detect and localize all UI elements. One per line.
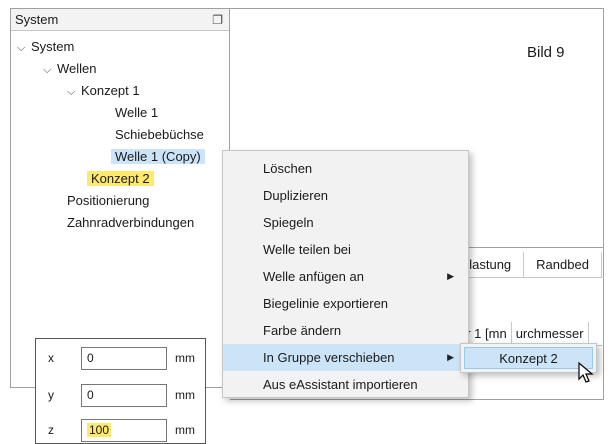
coord-row-y: y 0 mm — [36, 384, 207, 408]
coord-label-z: z — [48, 423, 54, 437]
tree-item-positionierung[interactable]: Positionierung — [67, 191, 149, 211]
mouse-cursor-icon — [578, 362, 594, 383]
float-window-icon[interactable]: ❐ — [212, 13, 223, 27]
tree-item-system[interactable]: ⌵ System — [17, 37, 74, 57]
column-header[interactable]: urchmesser — [512, 322, 589, 345]
tree-item-label: Welle 1 (Copy) — [111, 149, 205, 164]
figure-label: Bild 9 — [527, 44, 565, 61]
menu-item-biegelinie[interactable]: Biegelinie exportieren — [223, 290, 468, 317]
submenu: Konzept 2 — [460, 343, 597, 373]
tree-item-label: Konzept 2 — [87, 171, 154, 186]
system-panel: System ❐ ⌵ System ⌵ Wellen ⌵ Konzept 1 Well… — [10, 8, 230, 388]
menu-item-eassistant-import[interactable]: Aus eAssistant importieren — [223, 371, 468, 398]
system-panel-header: System ❐ — [11, 9, 229, 31]
tree-item-label: Wellen — [57, 61, 97, 76]
tree-item-label: Schiebebüchse — [115, 127, 204, 142]
coord-row-x: x 0 mm — [36, 347, 207, 371]
system-tree: ⌵ System ⌵ Wellen ⌵ Konzept 1 Welle 1 Schie… — [11, 31, 229, 230]
chevron-down-icon[interactable]: ⌵ — [43, 60, 57, 80]
coord-unit-z: mm — [175, 423, 195, 437]
coord-row-z: z 100 mm — [36, 419, 207, 443]
tree-item-konzept-1[interactable]: ⌵ Konzept 1 — [67, 81, 140, 101]
tree-item-label: Positionierung — [67, 193, 150, 208]
coordinate-panel: x 0 mm y 0 mm z 100 mm — [35, 338, 206, 444]
tree-item-label: System — [31, 39, 75, 54]
menu-item-welle-anfuegen[interactable]: Welle anfügen an ▶ — [223, 263, 468, 290]
y-value: 0 — [87, 388, 94, 402]
coord-label-y: y — [48, 388, 54, 402]
context-menu: Löschen Duplizieren Spiegeln Welle teile… — [222, 150, 469, 398]
z-value: 100 — [87, 423, 112, 437]
chevron-down-icon[interactable]: ⌵ — [67, 82, 81, 102]
submenu-item-konzept-2[interactable]: Konzept 2 — [464, 347, 593, 369]
tree-item-label: Welle 1 — [115, 105, 159, 120]
tree-item-label: Zahnradverbindungen — [67, 215, 195, 230]
tab-randbedingungen[interactable]: Randbed — [524, 252, 602, 277]
coord-unit-y: mm — [175, 388, 195, 402]
chevron-down-icon[interactable]: ⌵ — [17, 38, 31, 58]
tab-bar: elastung Randbed — [450, 252, 604, 278]
tree-item-zahnradverbindungen[interactable]: Zahnradverbindungen — [67, 213, 194, 233]
tree-item-wellen[interactable]: ⌵ Wellen — [43, 59, 97, 79]
menu-item-farbe[interactable]: Farbe ändern — [223, 317, 468, 344]
coord-label-x: x — [48, 351, 54, 365]
tree-item-schiebebuechse[interactable]: Schiebebüchse — [115, 125, 204, 145]
menu-item-label: Farbe ändern — [263, 323, 342, 338]
tree-item-label: Konzept 1 — [81, 83, 140, 98]
coord-unit-x: mm — [175, 351, 195, 365]
menu-item-label: Welle anfügen an — [263, 269, 364, 284]
menu-item-label: Biegelinie exportieren — [263, 296, 389, 311]
tree-item-konzept-2[interactable]: Konzept 2 — [87, 169, 154, 189]
submenu-arrow-icon: ▶ — [447, 271, 454, 281]
tree-item-welle-1-copy[interactable]: Welle 1 (Copy) — [111, 147, 205, 167]
menu-item-loeschen[interactable]: Löschen — [223, 155, 468, 182]
menu-item-label: Löschen — [263, 161, 313, 176]
submenu-arrow-icon: ▶ — [447, 352, 454, 362]
x-input[interactable]: 0 — [81, 347, 167, 370]
menu-item-spiegeln[interactable]: Spiegeln — [223, 209, 468, 236]
menu-item-welle-teilen[interactable]: Welle teilen bei — [223, 236, 468, 263]
menu-item-label: In Gruppe verschieben — [263, 350, 395, 365]
menu-item-label: Duplizieren — [263, 188, 329, 203]
z-input[interactable]: 100 — [81, 419, 167, 442]
panel-title: System — [15, 12, 59, 27]
menu-item-duplizieren[interactable]: Duplizieren — [223, 182, 468, 209]
menu-item-label: Welle teilen bei — [263, 242, 351, 257]
menu-item-label: Spiegeln — [263, 215, 314, 230]
x-value: 0 — [87, 351, 94, 365]
menu-item-in-gruppe-verschieben[interactable]: In Gruppe verschieben ▶ — [223, 344, 468, 371]
menu-item-label: Aus eAssistant importieren — [263, 377, 418, 392]
y-input[interactable]: 0 — [81, 384, 167, 407]
tree-item-welle-1[interactable]: Welle 1 — [115, 103, 158, 123]
